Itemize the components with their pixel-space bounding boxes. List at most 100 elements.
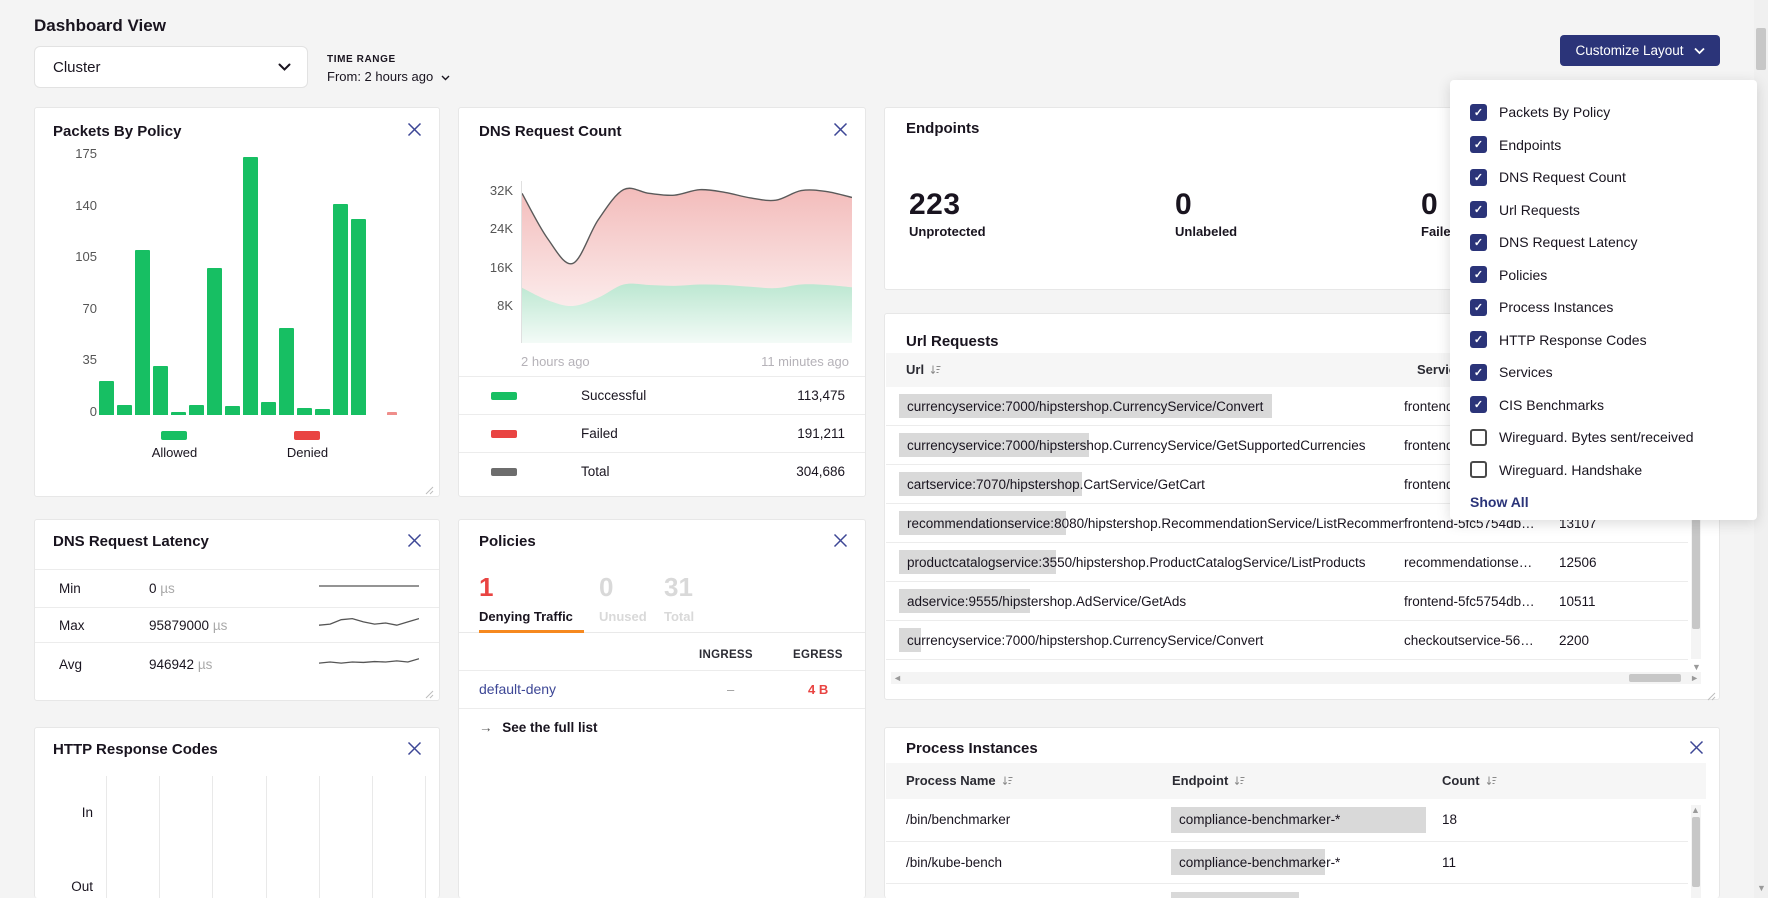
- process-name-cell: /bin/kube-bench: [906, 855, 1171, 870]
- menu-item-cis-benchmarks[interactable]: ✓CIS Benchmarks: [1470, 389, 1737, 422]
- menu-item-http-response-codes[interactable]: ✓ HTTP Response Codes: [1470, 324, 1737, 357]
- card-packets-by-policy: Packets By Policy 17514010570350 Allowed…: [34, 107, 440, 497]
- customize-layout-menu: ✓Packets By Policy✓Endpoints✓DNS Request…: [1450, 80, 1757, 520]
- latency-unit: µs: [157, 581, 175, 596]
- checkbox-checked-icon[interactable]: ✓: [1470, 234, 1487, 251]
- y-tick: 8K: [473, 298, 513, 313]
- checkbox-unchecked-icon[interactable]: [1470, 429, 1487, 446]
- service-cell: checkoutservice-56…: [1404, 633, 1549, 648]
- scrollbar-thumb[interactable]: [1629, 674, 1681, 682]
- close-icon[interactable]: [833, 122, 851, 140]
- bar-allowed: [171, 412, 186, 415]
- url-text: productcatalogservice:3550/hipstershop.P…: [907, 555, 1366, 570]
- url-chip: productcatalogservice:3550/hipstershop.P…: [899, 550, 1404, 574]
- column-header-url[interactable]: Url: [906, 362, 941, 378]
- scroll-up-icon[interactable]: ▲: [1691, 806, 1700, 815]
- resize-handle-icon[interactable]: [425, 686, 434, 695]
- show-all-link[interactable]: Show All: [1470, 494, 1737, 510]
- egress-header: EGRESS: [793, 649, 843, 661]
- see-full-list-link[interactable]: → See the full list: [479, 720, 598, 735]
- checkbox-unchecked-icon[interactable]: [1470, 461, 1487, 478]
- vertical-scrollbar[interactable]: [1691, 805, 1701, 898]
- scrollbar-thumb[interactable]: [1692, 817, 1700, 887]
- close-icon[interactable]: [407, 122, 425, 140]
- y-tick: 0: [57, 404, 97, 419]
- menu-item-services[interactable]: ✓ Services: [1470, 356, 1737, 389]
- close-icon[interactable]: [407, 533, 425, 551]
- endpoint-chip: compliance-benchmarker-*: [1171, 849, 1429, 875]
- process-table-row[interactable]: /bin/kube-benchcompliance-benchmarker-*1…: [886, 842, 1688, 885]
- menu-item-dns-request-latency[interactable]: ✓DNS Request Latency: [1470, 226, 1737, 259]
- url-table-row[interactable]: currencyservice:7000/hipstershop.Currenc…: [886, 621, 1688, 660]
- sort-icon: [930, 363, 941, 378]
- bar-allowed: [153, 366, 168, 415]
- checkbox-checked-icon[interactable]: ✓: [1470, 364, 1487, 381]
- checkbox-checked-icon[interactable]: ✓: [1470, 266, 1487, 283]
- legend-row-failed: Failed191,211: [459, 414, 865, 452]
- menu-item-process-instances[interactable]: ✓Process Instances: [1470, 291, 1737, 324]
- policy-link-default-deny[interactable]: default-deny: [479, 681, 556, 697]
- menu-item-label: HTTP Response Codes: [1499, 332, 1647, 348]
- menu-item-label: DNS Request Count: [1499, 169, 1626, 185]
- scrollbar-thumb[interactable]: [1692, 519, 1700, 629]
- time-range-from[interactable]: From: 2 hours ago: [327, 69, 450, 84]
- legend-label: Allowed: [137, 445, 212, 460]
- count-cell: 10511: [1559, 594, 1596, 609]
- process-table-row[interactable]: benchmarkercompliance-benchmarker-*9: [886, 884, 1688, 898]
- checkbox-checked-icon[interactable]: ✓: [1470, 299, 1487, 316]
- column-header-count[interactable]: Count: [1442, 773, 1497, 789]
- menu-item-label: Services: [1499, 364, 1553, 380]
- sort-icon: [1234, 774, 1245, 789]
- card-process-instances: Process Instances Process Name Endpoint …: [884, 727, 1720, 898]
- menu-item-label: Packets By Policy: [1499, 104, 1610, 120]
- scroll-left-icon[interactable]: ◄: [893, 674, 902, 683]
- close-icon[interactable]: [1689, 740, 1707, 758]
- checkbox-checked-icon[interactable]: ✓: [1470, 201, 1487, 218]
- url-table-row[interactable]: adservice:9555/hipstershop.AdService/Get…: [886, 582, 1688, 621]
- resize-handle-icon[interactable]: [1707, 688, 1716, 697]
- scroll-down-icon[interactable]: ▼: [1757, 884, 1766, 893]
- scroll-right-icon[interactable]: ►: [1690, 674, 1699, 683]
- menu-item-packets-by-policy[interactable]: ✓ Packets By Policy: [1470, 96, 1737, 129]
- menu-item-wireguard-handshake[interactable]: Wireguard. Handshake: [1470, 454, 1737, 487]
- policies-tab-total[interactable]: 31 Total: [664, 572, 694, 624]
- policies-tab-unused[interactable]: 0 Unused: [599, 572, 647, 624]
- horizontal-scrollbar[interactable]: ◄ ►: [891, 672, 1701, 684]
- menu-item-endpoints[interactable]: ✓Endpoints: [1470, 129, 1737, 162]
- url-table-row[interactable]: productcatalogservice:3550/hipstershop.P…: [886, 543, 1688, 582]
- url-text: adservice:9555/hipstershop.AdService/Get…: [907, 594, 1186, 609]
- customize-layout-button[interactable]: Customize Layout: [1560, 35, 1720, 66]
- checkbox-checked-icon[interactable]: ✓: [1470, 104, 1487, 121]
- close-icon[interactable]: [407, 741, 425, 759]
- count-cell: 2200: [1559, 633, 1589, 648]
- divider: [459, 670, 865, 671]
- view-selector[interactable]: Cluster: [34, 46, 308, 88]
- menu-item-policies[interactable]: ✓Policies: [1470, 259, 1737, 292]
- card-title: DNS Request Latency: [53, 533, 209, 550]
- resize-handle-icon[interactable]: [425, 482, 434, 491]
- policies-tab-denying-traffic[interactable]: 1 Denying Traffic: [479, 572, 573, 624]
- close-icon[interactable]: [833, 533, 851, 551]
- process-table-row[interactable]: /bin/benchmarkercompliance-benchmarker-*…: [886, 799, 1688, 842]
- column-header-endpoint[interactable]: Endpoint: [1172, 773, 1245, 789]
- latency-number: 95879000: [149, 618, 209, 633]
- card-dns-request-count: DNS Request Count 32K24K16K8K 2 hours ag…: [458, 107, 866, 497]
- menu-item-url-requests[interactable]: ✓Url Requests: [1470, 194, 1737, 227]
- latency-sparkline: [319, 651, 419, 678]
- card-title: Url Requests: [906, 333, 999, 350]
- scrollbar-thumb[interactable]: [1756, 28, 1766, 70]
- checkbox-checked-icon[interactable]: ✓: [1470, 136, 1487, 153]
- checkbox-checked-icon[interactable]: ✓: [1470, 169, 1487, 186]
- arrow-right-icon: →: [479, 720, 493, 735]
- policy-ingress-value: –: [727, 682, 734, 697]
- checkbox-checked-icon[interactable]: ✓: [1470, 331, 1487, 348]
- scroll-down-icon[interactable]: ▼: [1692, 663, 1701, 672]
- time-range-label: TIME RANGE: [327, 54, 450, 65]
- column-header-process-name[interactable]: Process Name: [906, 773, 1013, 789]
- checkbox-checked-icon[interactable]: ✓: [1470, 396, 1487, 413]
- card-http-response-codes: HTTP Response Codes In Out: [34, 727, 440, 898]
- menu-item-wireguard-bytes-sent-received[interactable]: Wireguard. Bytes sent/received: [1470, 421, 1737, 454]
- bar-allowed: [333, 204, 348, 415]
- menu-item-dns-request-count[interactable]: ✓ DNS Request Count: [1470, 161, 1737, 194]
- y-tick: 24K: [473, 221, 513, 236]
